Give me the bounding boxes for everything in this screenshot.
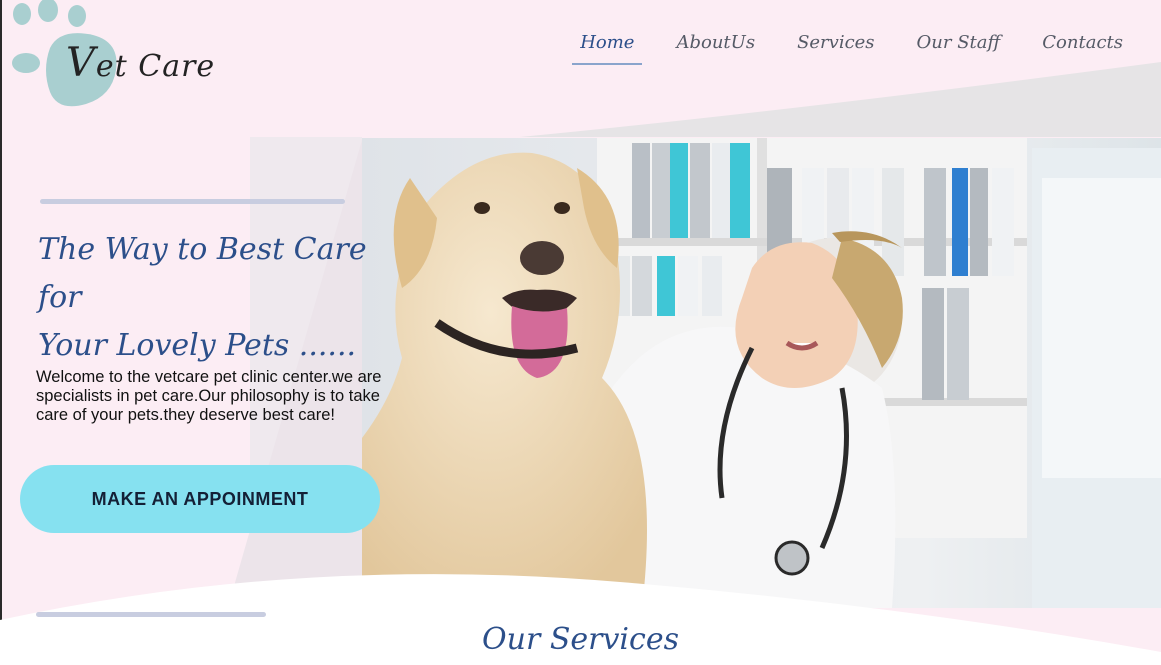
vet-with-dog-photo [362,138,1161,608]
hero-title: The Way to Best Care for Your Lovely Pet… [38,226,378,370]
hero-title-line-2: Your Lovely Pets ...... [38,328,357,363]
nav-item-aboutus[interactable]: AboutUs [668,30,763,65]
hero-bottom-divider [36,612,266,617]
brand-logo[interactable]: Vet Care [8,0,214,115]
nav-item-contacts[interactable]: Contacts [1034,30,1131,65]
make-appointment-button[interactable]: MAKE AN APPOINMENT [20,465,380,533]
nav-item-our-staff[interactable]: Our Staff [909,30,1009,65]
page: Vet Care Home AboutUs Services Our Staff… [0,0,1161,665]
hero-description: Welcome to the vetcare pet clinic center… [36,368,382,424]
main-nav: Home AboutUs Services Our Staff Contacts [572,30,1131,65]
brand-name: Vet Care [66,40,216,86]
nav-item-services[interactable]: Services [789,30,882,65]
hero-title-line-1: The Way to Best Care for [38,232,367,315]
nav-item-home[interactable]: Home [572,30,643,65]
our-services-heading: Our Services [482,622,679,657]
hero-top-divider [40,199,345,204]
hero-image [362,138,1161,608]
